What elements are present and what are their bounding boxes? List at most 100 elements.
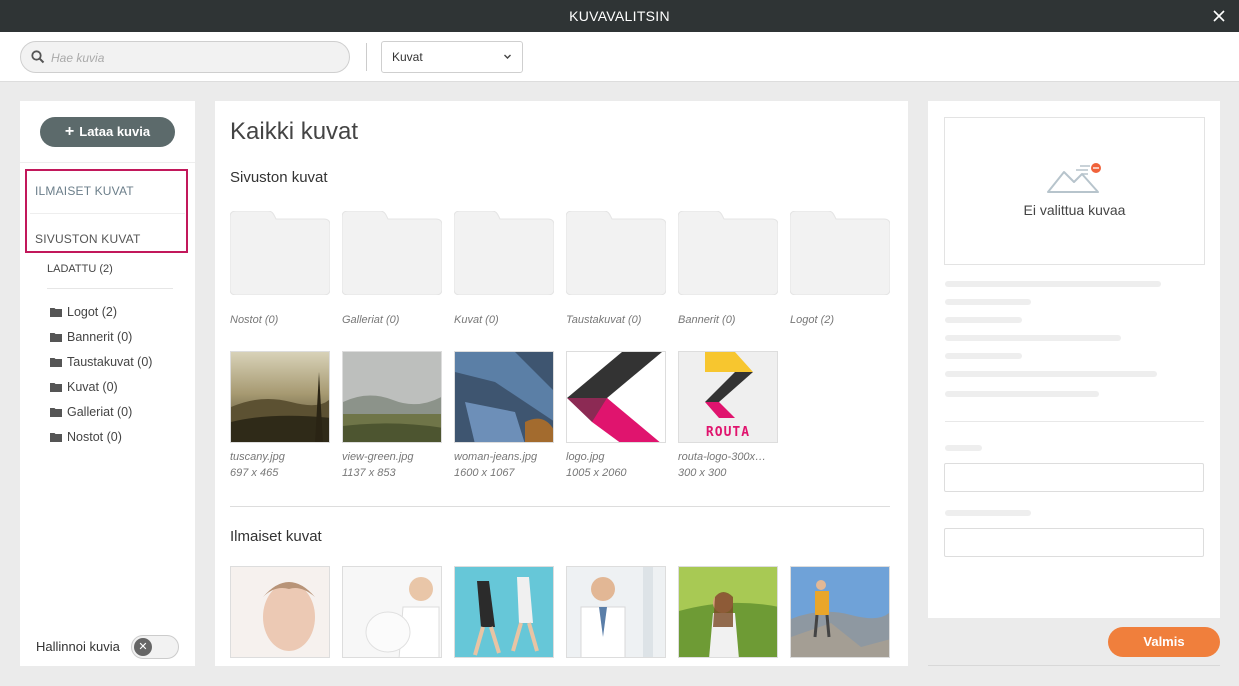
window-titlebar: KUVAVALITSIN	[0, 0, 1239, 32]
toggle-off-icon: ✕	[134, 638, 152, 656]
image-thumbnail	[566, 351, 666, 443]
image-tile-tuscany[interactable]: tuscany.jpg 697 x 465	[230, 351, 330, 479]
folder-icon	[50, 382, 62, 392]
image-tile-logo[interactable]: logo.jpg 1005 x 2060	[566, 351, 666, 479]
divider	[47, 288, 173, 289]
upload-button-label: Lataa kuvia	[79, 124, 151, 139]
folder-tile-bannerit[interactable]: Bannerit (0)	[677, 210, 779, 326]
folder-item-bannerit[interactable]: Bannerit (0)	[50, 324, 152, 349]
placeholder-line	[945, 317, 1022, 323]
free-image-tile[interactable]	[342, 566, 442, 658]
folder-tile-nostot[interactable]: Nostot (0)	[229, 210, 331, 326]
folder-item-taustakuvat[interactable]: Taustakuvat (0)	[50, 349, 152, 374]
no-image-selected-text: Ei valittua kuvaa	[1023, 202, 1126, 218]
image-tile-view-green[interactable]: view-green.jpg 1137 x 853	[342, 351, 442, 479]
free-image-tile[interactable]	[454, 566, 554, 658]
manage-images-toggle[interactable]: ✕	[131, 635, 179, 659]
text-input-field[interactable]	[944, 463, 1204, 492]
image-thumbnail	[454, 566, 554, 658]
folder-item-label: Logot (2)	[67, 304, 118, 319]
folder-tile-label: Nostot (0)	[230, 314, 279, 326]
upload-button[interactable]: + Lataa kuvia	[40, 117, 175, 147]
placeholder-line	[945, 445, 982, 451]
image-preview: Ei valittua kuvaa	[944, 117, 1205, 265]
manage-images-label: Hallinnoi kuvia	[36, 639, 120, 654]
plus-icon: +	[64, 123, 75, 140]
free-images-heading: Ilmaiset kuvat	[230, 528, 322, 545]
free-image-tile[interactable]	[230, 566, 330, 658]
folder-icon	[50, 332, 62, 342]
folder-tile-kuvat[interactable]: Kuvat (0)	[453, 210, 555, 326]
chevron-down-icon	[503, 42, 512, 85]
close-icon[interactable]	[1209, 0, 1229, 32]
folder-item-label: Bannerit (0)	[67, 329, 133, 344]
image-dimensions: 300 x 300	[678, 467, 727, 479]
category-free-images[interactable]: ILMAISET KUVAT	[35, 184, 134, 198]
folder-tile-label: Logot (2)	[790, 314, 835, 326]
uploaded-folder[interactable]: LADATTU (2)	[47, 263, 113, 275]
image-tile-routa-logo[interactable]: ROUTA routa-logo-300x… 300 x 300	[678, 351, 778, 479]
section-divider	[230, 506, 890, 507]
image-dimensions: 1137 x 853	[342, 467, 396, 479]
image-thumbnail	[454, 351, 554, 443]
folder-icon	[50, 407, 62, 417]
filter-select-value: Kuvat	[392, 50, 423, 64]
folder-icon	[789, 210, 891, 296]
placeholder-line	[945, 510, 1031, 516]
free-image-tile[interactable]	[790, 566, 890, 658]
image-dimensions: 697 x 465	[230, 467, 279, 479]
divider	[945, 421, 1204, 422]
image-dimensions: 1005 x 2060	[566, 467, 627, 479]
window-title: KUVAVALITSIN	[569, 8, 670, 24]
folder-icon	[50, 307, 62, 317]
folder-tile-logot[interactable]: Logot (2)	[789, 210, 891, 326]
divider	[20, 162, 195, 163]
placeholder-line	[945, 281, 1161, 287]
folder-item-label: Taustakuvat (0)	[67, 354, 153, 369]
folder-tile-galleriat[interactable]: Galleriat (0)	[341, 210, 443, 326]
search-icon	[31, 50, 45, 64]
routa-logo-text: ROUTA	[705, 425, 751, 440]
search-input[interactable]	[51, 48, 341, 68]
folder-icon	[565, 210, 667, 296]
site-images-heading: Sivuston kuvat	[230, 169, 328, 186]
folder-item-kuvat[interactable]: Kuvat (0)	[50, 374, 152, 399]
divider	[30, 213, 185, 214]
image-thumbnail	[678, 566, 778, 658]
folder-icon	[677, 210, 779, 296]
image-thumbnail	[230, 351, 330, 443]
done-button[interactable]: Valmis	[1108, 627, 1220, 657]
category-site-images[interactable]: SIVUSTON KUVAT	[35, 232, 141, 246]
image-name: view-green.jpg	[342, 451, 414, 463]
folder-icon	[229, 210, 331, 296]
placeholder-line	[945, 391, 1099, 397]
folder-item-label: Nostot (0)	[67, 429, 122, 444]
folder-item-label: Galleriat (0)	[67, 404, 133, 419]
image-tile-woman-jeans[interactable]: woman-jeans.jpg 1600 x 1067	[454, 351, 554, 479]
placeholder-line	[945, 335, 1121, 341]
placeholder-line	[945, 299, 1031, 305]
filter-select[interactable]: Kuvat	[381, 41, 523, 73]
folder-icon	[50, 432, 62, 442]
toolbar-divider	[366, 43, 367, 71]
image-thumbnail	[566, 566, 666, 658]
image-name: routa-logo-300x…	[678, 451, 767, 463]
search-box[interactable]	[20, 41, 350, 73]
folder-tile-label: Bannerit (0)	[678, 314, 736, 326]
text-input-field[interactable]	[944, 528, 1204, 557]
image-thumbnail	[790, 566, 890, 658]
folder-tile-label: Kuvat (0)	[454, 314, 499, 326]
page-title: Kaikki kuvat	[230, 118, 359, 145]
folder-tile-taustakuvat[interactable]: Taustakuvat (0)	[565, 210, 667, 326]
folder-icon	[453, 210, 555, 296]
folder-icon	[50, 357, 62, 367]
free-image-tile[interactable]	[678, 566, 778, 658]
image-thumbnail	[342, 351, 442, 443]
folder-item-galleriat[interactable]: Galleriat (0)	[50, 399, 152, 424]
folder-list: Logot (2) Bannerit (0) Taustakuvat (0) K…	[50, 299, 152, 449]
free-image-tile[interactable]	[566, 566, 666, 658]
folder-item-logot[interactable]: Logot (2)	[50, 299, 152, 324]
folder-item-nostot[interactable]: Nostot (0)	[50, 424, 152, 449]
image-browser: Kaikki kuvat Sivuston kuvat Nostot (0) G…	[215, 101, 908, 666]
image-thumbnail: ROUTA	[678, 351, 778, 443]
